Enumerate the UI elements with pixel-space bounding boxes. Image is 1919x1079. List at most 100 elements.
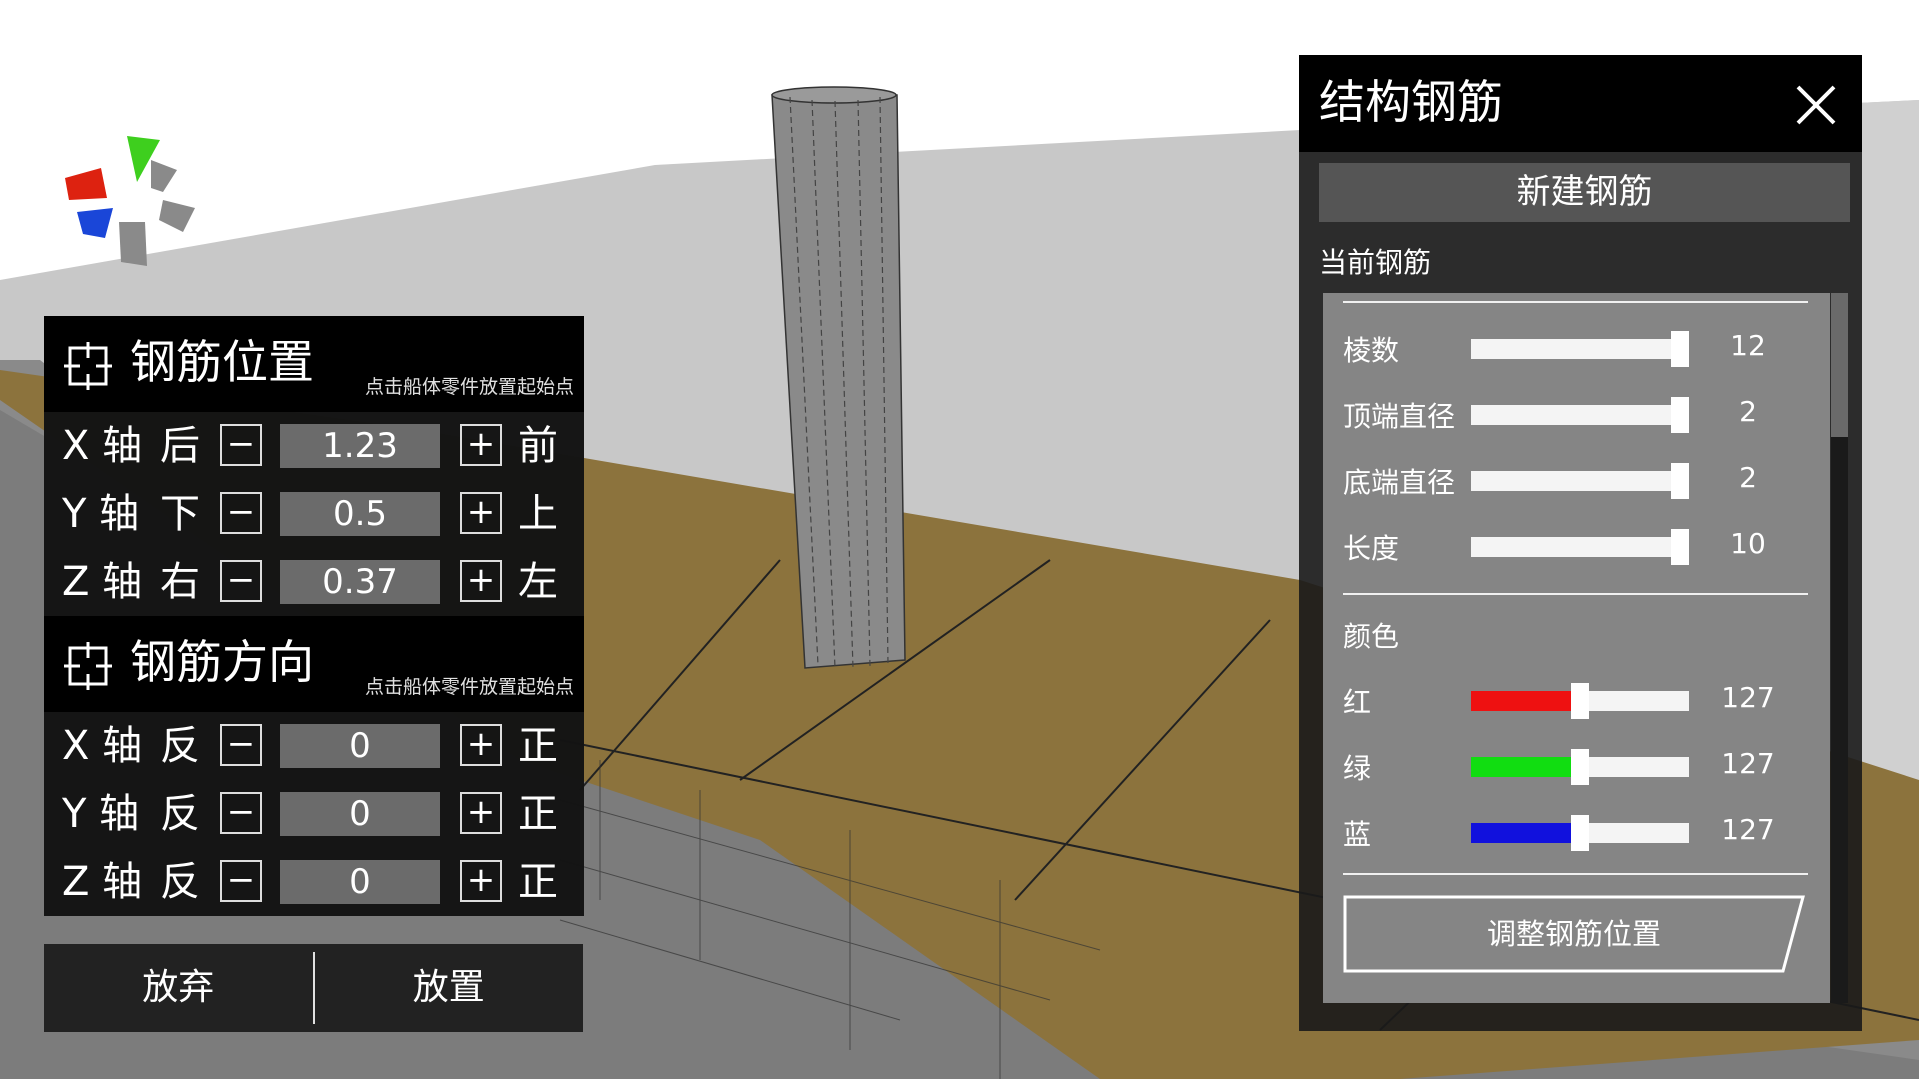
value-field[interactable]: 1.23 — [280, 424, 440, 468]
decrement-button[interactable]: − — [220, 560, 262, 602]
prop-length: 长度 10 — [1343, 519, 1823, 573]
decrement-button[interactable]: − — [220, 424, 262, 466]
scrollbar-thumb[interactable] — [1831, 293, 1848, 437]
prop-value: 2 — [1739, 395, 1757, 428]
prop-value: 2 — [1739, 461, 1757, 494]
increment-button[interactable]: + — [460, 492, 502, 534]
crosshair-icon — [64, 642, 112, 690]
negative-label: 下 — [160, 491, 200, 537]
color-red: 红 127 — [1343, 673, 1823, 727]
increment-button[interactable]: + — [460, 560, 502, 602]
prop-edges: 棱数 12 — [1343, 321, 1823, 375]
slider-handle[interactable] — [1671, 529, 1689, 565]
edges-slider[interactable] — [1471, 331, 1689, 367]
value-field[interactable]: 0.37 — [280, 560, 440, 604]
slider-fill — [1471, 691, 1580, 711]
divider — [1343, 301, 1808, 303]
direction-hint: 点击船体零件放置起始点 — [364, 676, 574, 698]
negative-label: 反 — [160, 859, 200, 905]
new-rebar-button[interactable]: 新建钢筋 — [1319, 163, 1850, 222]
slider-handle[interactable] — [1571, 749, 1589, 785]
adjust-position-label: 调整钢筋位置 — [1486, 917, 1661, 951]
increment-button[interactable]: + — [460, 424, 502, 466]
color-label: 蓝 — [1343, 818, 1372, 851]
positive-label: 前 — [518, 423, 558, 469]
position-row-x: X 轴 后 − 1.23 + 前 — [44, 412, 584, 480]
position-hint: 点击船体零件放置起始点 — [364, 376, 574, 398]
positive-label: 正 — [518, 723, 558, 769]
red-slider[interactable] — [1471, 683, 1689, 719]
position-row-y: Y 轴 下 − 0.5 + 上 — [44, 480, 584, 548]
negative-label: 右 — [160, 559, 200, 605]
slider-handle[interactable] — [1571, 815, 1589, 851]
orientation-gizmo[interactable] — [55, 130, 205, 280]
decrement-button[interactable]: − — [220, 724, 262, 766]
position-title: 钢筋位置 — [130, 335, 314, 389]
value-field[interactable]: 0 — [280, 792, 440, 836]
divider — [1343, 593, 1808, 595]
prop-label: 底端直径 — [1343, 466, 1456, 499]
close-icon[interactable] — [1794, 83, 1838, 127]
slider-handle[interactable] — [1671, 463, 1689, 499]
prop-value: 10 — [1730, 527, 1766, 560]
rebar-properties: 棱数 12 顶端直径 2 底端直径 2 长度 10 颜色 红 127 绿 127… — [1323, 293, 1830, 1003]
adjust-position-button[interactable]: 调整钢筋位置 — [1343, 895, 1805, 973]
cancel-button[interactable]: 放弃 — [44, 944, 313, 1032]
slider-handle[interactable] — [1671, 397, 1689, 433]
prop-label: 棱数 — [1343, 334, 1400, 367]
length-slider[interactable] — [1471, 529, 1689, 565]
color-value: 127 — [1721, 747, 1775, 780]
value-field[interactable]: 0 — [280, 724, 440, 768]
positive-label: 上 — [518, 491, 558, 537]
direction-title: 钢筋方向 — [130, 635, 314, 689]
slider-handle[interactable] — [1571, 683, 1589, 719]
color-green: 绿 127 — [1343, 739, 1823, 793]
slider-fill — [1471, 823, 1580, 843]
value-field[interactable]: 0.5 — [280, 492, 440, 536]
green-slider[interactable] — [1471, 749, 1689, 785]
panel-title: 结构钢筋 — [1319, 75, 1503, 129]
direction-header: 钢筋方向 点击船体零件放置起始点 — [44, 616, 584, 712]
decrement-button[interactable]: − — [220, 492, 262, 534]
prop-value: 12 — [1730, 329, 1766, 362]
direction-row-x: X 轴 反 − 0 + 正 — [44, 712, 584, 780]
axis-label: Y 轴 — [62, 791, 140, 837]
color-value: 127 — [1721, 681, 1775, 714]
position-header: 钢筋位置 点击船体零件放置起始点 — [44, 316, 584, 412]
place-button[interactable]: 放置 — [315, 944, 584, 1032]
axis-label: X 轴 — [62, 423, 143, 469]
panel-header: 结构钢筋 — [1299, 55, 1862, 152]
negative-label: 后 — [160, 423, 200, 469]
prop-top-diameter: 顶端直径 2 — [1343, 387, 1823, 441]
color-label: 绿 — [1343, 752, 1372, 785]
increment-button[interactable]: + — [460, 724, 502, 766]
position-row-z: Z 轴 右 − 0.37 + 左 — [44, 548, 584, 616]
color-label: 红 — [1343, 686, 1372, 719]
prop-label: 顶端直径 — [1343, 400, 1456, 433]
prop-label: 长度 — [1343, 532, 1400, 565]
color-blue: 蓝 127 — [1343, 805, 1823, 859]
direction-row-y: Y 轴 反 − 0 + 正 — [44, 780, 584, 848]
action-bar: 放弃 放置 — [44, 944, 583, 1032]
decrement-button[interactable]: − — [220, 860, 262, 902]
increment-button[interactable]: + — [460, 792, 502, 834]
prop-bottom-diameter: 底端直径 2 — [1343, 453, 1823, 507]
color-title: 颜色 — [1343, 620, 1400, 653]
axis-label: Z 轴 — [62, 559, 143, 605]
slider-handle[interactable] — [1671, 331, 1689, 367]
positive-label: 左 — [518, 559, 558, 605]
axis-label: Z 轴 — [62, 859, 143, 905]
structural-rebar-panel: 结构钢筋 新建钢筋 当前钢筋 棱数 12 顶端直径 2 底端直径 2 长度 10… — [1299, 55, 1862, 1031]
value-field[interactable]: 0 — [280, 860, 440, 904]
increment-button[interactable]: + — [460, 860, 502, 902]
negative-label: 反 — [160, 723, 200, 769]
slider-fill — [1471, 757, 1580, 777]
decrement-button[interactable]: − — [220, 792, 262, 834]
top-diameter-slider[interactable] — [1471, 397, 1689, 433]
axis-label: Y 轴 — [62, 491, 140, 537]
color-value: 127 — [1721, 813, 1775, 846]
bottom-diameter-slider[interactable] — [1471, 463, 1689, 499]
blue-slider[interactable] — [1471, 815, 1689, 851]
negative-label: 反 — [160, 791, 200, 837]
axis-label: X 轴 — [62, 723, 143, 769]
